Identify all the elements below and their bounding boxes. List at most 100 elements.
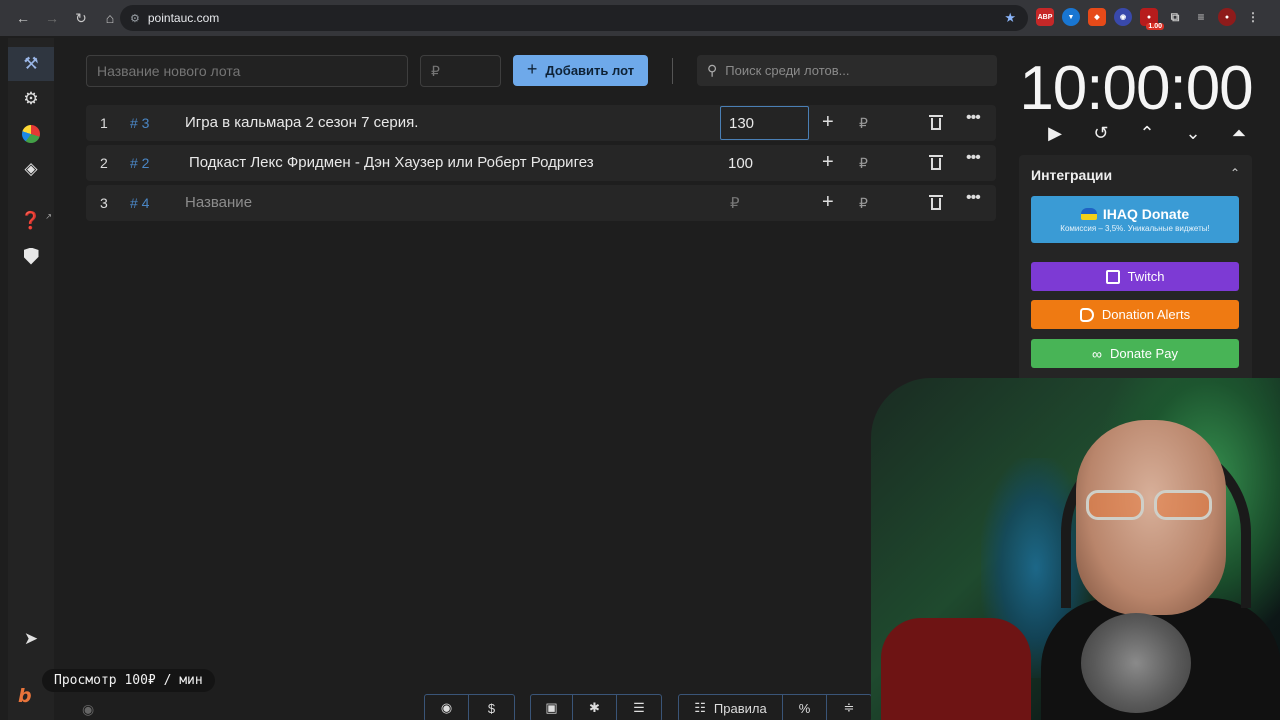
lot-amount-input[interactable]: 130 [720,106,809,140]
pie-chart-icon [22,125,40,143]
clear-list-icon[interactable]: ☰ [617,695,661,720]
translate-extension-icon[interactable]: ◉ [1114,8,1132,26]
url-text: pointauc.com [147,11,220,25]
forward-icon[interactable]: → [39,5,65,31]
lot-amount-input[interactable]: 100 [720,146,809,180]
lot-search-input[interactable]: ⚲ Поиск среди лотов... [697,55,997,86]
lot-amount-input[interactable]: ₽ [720,186,809,220]
play-icon[interactable]: ▶ [1032,122,1078,144]
sidebar-item-telegram[interactable]: ➤ [8,622,54,656]
double-chevron-up-icon[interactable]: ⏶ [1216,122,1262,144]
github-icon[interactable]: ◉ [425,695,469,720]
chevron-down-icon[interactable]: ⌄ [1170,122,1216,144]
lot-index: 2 [100,155,108,171]
lot-name[interactable]: Подкаст Лекс Фридмен - Дэн Хаузер или Ро… [189,154,594,171]
back-icon[interactable]: ← [10,5,36,31]
external-link-icon: ↗ [45,212,52,221]
stream-logo-icon: b [18,685,32,707]
shield-check-icon [23,247,39,265]
question-icon: ❓ [20,211,42,230]
gear-icon: ⚙ [23,89,39,108]
address-bar[interactable]: ⚙ pointauc.com ★ [120,5,1028,31]
integrations-panel: Интеграции ⌃ IHAQ Donate Комиссия – 3,5%… [1019,155,1252,385]
lot-fast-id[interactable]: # 3 [130,115,149,131]
add-amount-icon[interactable]: + [822,111,834,134]
chevron-up-icon[interactable]: ⌃ [1124,122,1170,144]
bookmark-star-icon[interactable]: ★ [1004,10,1016,26]
more-options-icon[interactable]: ••• [966,189,981,207]
puzzle-extensions-icon[interactable]: ⧉ [1166,8,1184,26]
extensions-bar: ABP ▼ ◆ ◉ ● 1.00 ⧉ ≡ ● ⋮ [1036,8,1262,30]
compact-view-icon[interactable]: ≑ [827,695,871,720]
new-lot-price-input[interactable] [420,55,501,87]
stream-price-tag: Просмотр 100₽ / мин [42,669,215,692]
shield-extension-icon[interactable]: ▼ [1062,8,1080,26]
sidebar-item-settings[interactable]: ⚙ [8,82,54,116]
fox-extension-icon[interactable]: ◆ [1088,8,1106,26]
adblock-extension-icon[interactable]: ABP [1036,8,1054,26]
sidebar-item-history[interactable]: ◈ [8,152,54,186]
more-menu-icon[interactable]: ⋮ [1244,8,1262,26]
donate-pay-icon: ∞ [1092,345,1103,362]
collapse-chevron-icon[interactable]: ⌃ [1230,166,1240,180]
sidebar-item-security[interactable] [8,239,54,273]
auction-timer: 10:00:00 [1019,54,1253,123]
donation-alerts-button[interactable]: Donation Alerts [1031,300,1239,329]
twitch-icon [1105,269,1120,284]
bottom-links-group: ◉ $ [424,694,515,720]
toolbar-divider [672,58,673,84]
lot-name[interactable]: Игра в кальмара 2 сезон 7 серия. [185,114,418,131]
currency-label: ₽ [859,155,868,171]
counter-extension-icon[interactable]: ● 1.00 [1140,8,1164,30]
rules-button[interactable]: ☷ Правила [679,695,783,720]
gavel-icon: ⚒ [23,54,39,73]
app-sidebar: ⚒ ⚙ ◈ ❓ ↗ ➤ [8,38,54,720]
donate-pay-button[interactable]: ∞ Donate Pay [1031,339,1239,368]
lot-name-input[interactable]: Название [185,194,252,211]
donation-alerts-icon [1079,307,1094,322]
new-lot-name-input[interactable] [86,55,408,87]
layers-icon: ◈ [24,159,38,178]
add-amount-icon[interactable]: + [822,151,834,174]
save-icon[interactable]: ▣ [531,695,573,720]
sidebar-item-help[interactable]: ❓ ↗ [8,204,54,238]
bottom-tools-group: ▣ ✱ ☰ [530,694,662,720]
timer-controls: ▶ ↺ ⌃ ⌄ ⏶ [1032,122,1262,144]
trash-icon[interactable] [929,114,943,130]
ihaq-logo-icon [1080,208,1097,220]
sidebar-item-wheel[interactable] [8,117,54,151]
lot-index: 1 [100,115,108,131]
trash-icon[interactable] [929,154,943,170]
lot-index: 3 [100,195,108,211]
more-options-icon[interactable]: ••• [966,109,981,127]
webcam-overlay [871,378,1280,720]
trash-icon[interactable] [929,194,943,210]
add-amount-icon[interactable]: + [822,191,834,214]
percent-button[interactable]: % [783,695,827,720]
search-icon: ⚲ [707,62,718,78]
reset-icon[interactable]: ↺ [1078,122,1124,144]
donate-dollar-icon[interactable]: $ [469,695,514,720]
plus-icon: + [526,59,538,79]
eye-icon[interactable]: ◉ [82,701,94,718]
currency-label: ₽ [859,115,868,131]
telegram-icon: ➤ [23,629,39,648]
site-info-icon[interactable]: ⚙ [130,12,140,25]
ihaq-donate-button[interactable]: IHAQ Donate Комиссия – 3,5%. Уникальные … [1031,196,1239,243]
sidebar-item-auction[interactable]: ⚒ [8,47,54,81]
bottom-rules-group: ☷ Правила % ≑ [678,694,872,720]
list-icon: ☷ [694,700,706,715]
profile-avatar[interactable]: ● [1218,8,1236,26]
reload-icon[interactable]: ↻ [68,5,94,31]
lots-panel: + Добавить лот ⚲ Поиск среди лотов... 1 … [54,38,1014,720]
more-options-icon[interactable]: ••• [966,149,981,167]
currency-label: ₽ [859,195,868,211]
integrations-title: Интеграции [1031,167,1113,183]
bug-icon[interactable]: ✱ [573,695,617,720]
lot-fast-id[interactable]: # 4 [130,195,149,211]
lot-fast-id[interactable]: # 2 [130,155,149,171]
twitch-button[interactable]: Twitch [1031,262,1239,291]
media-controls-icon[interactable]: ≡ [1192,8,1210,26]
add-lot-button[interactable]: + Добавить лот [513,55,648,86]
lot-row: 1 # 3 Игра в кальмара 2 сезон 7 серия. 1… [86,105,996,141]
